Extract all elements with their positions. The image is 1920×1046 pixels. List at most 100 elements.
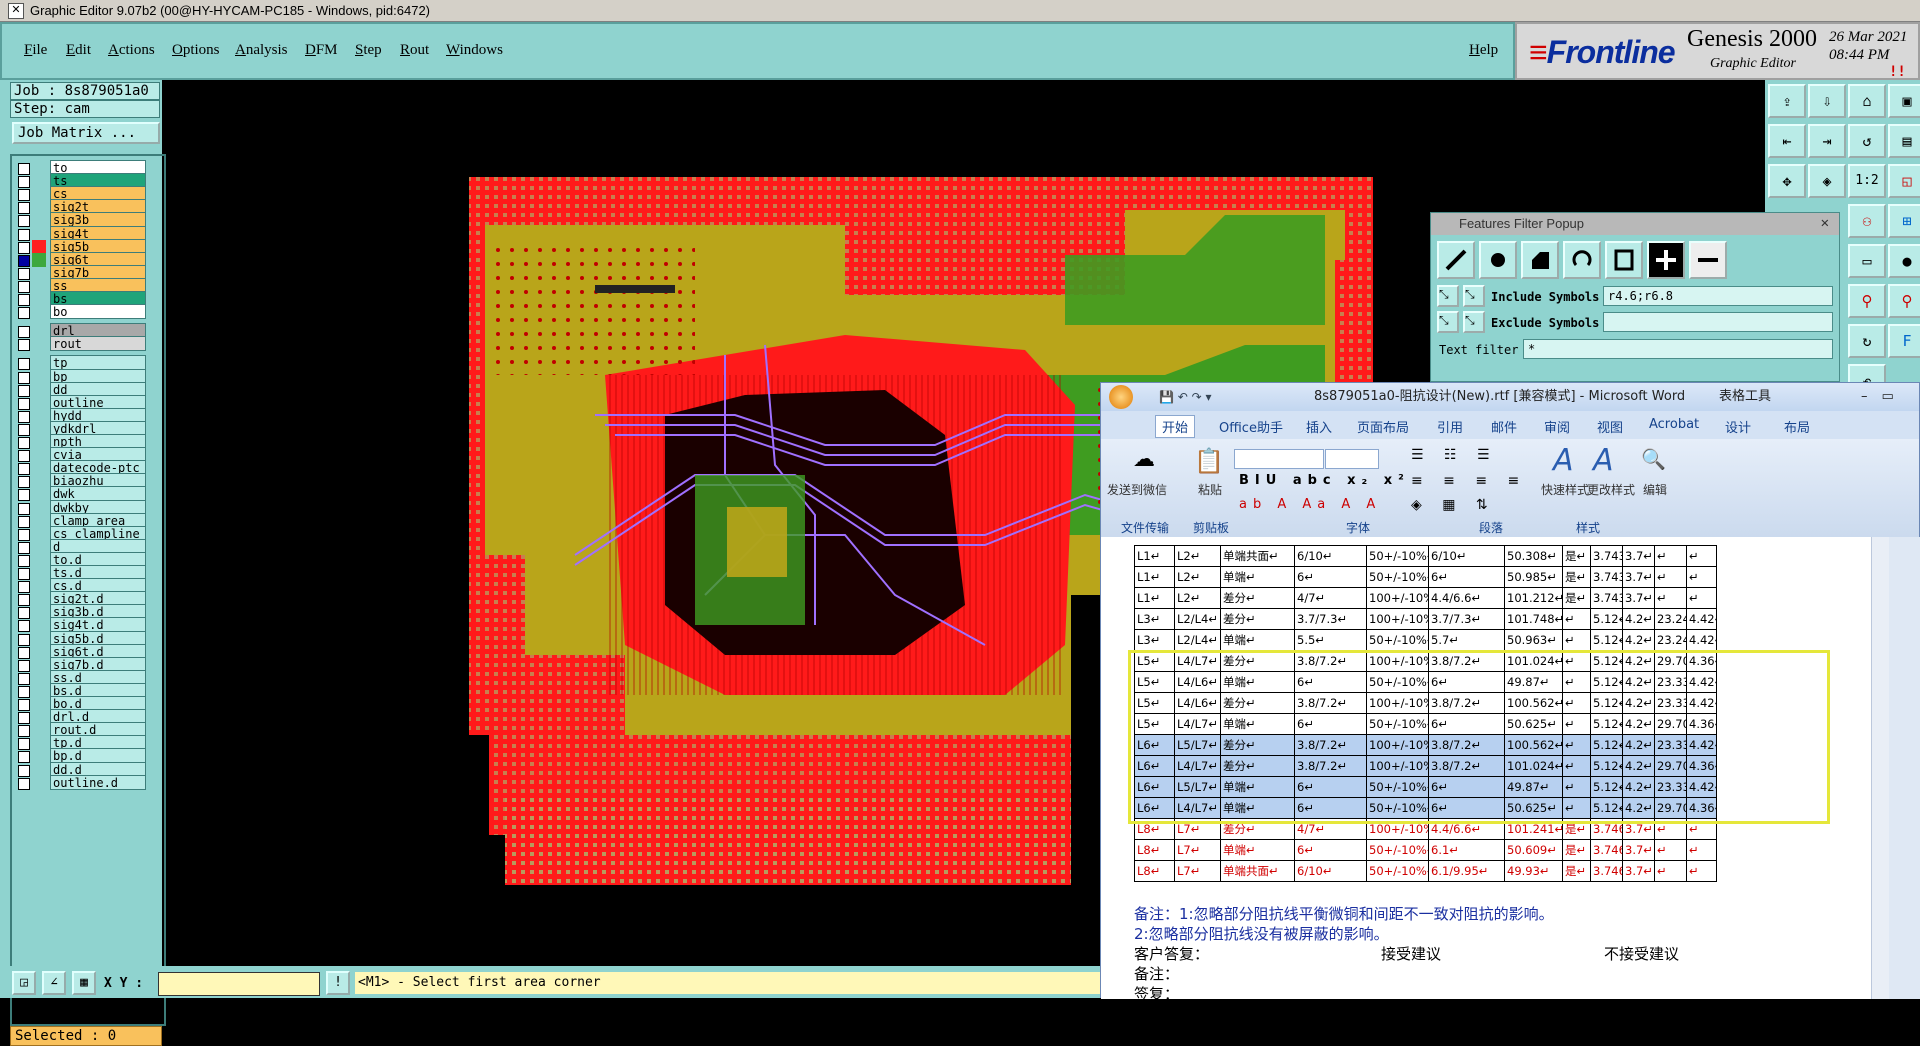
close-icon[interactable]: ✕ [1821,215,1829,231]
center-icon[interactable]: ◈ [1808,164,1846,198]
wechat-icon[interactable]: ☁ [1133,447,1155,472]
menu-analysis[interactable]: Analysis [235,42,288,59]
net-icon[interactable]: ⚇ [1848,204,1886,238]
menu-step[interactable]: Step [355,42,382,59]
tab-references[interactable]: 引用 [1437,417,1463,436]
alert-button[interactable]: ! [326,971,350,995]
layer-name[interactable]: outline.d [50,774,146,790]
table-row[interactable]: L8↵L7↵单端共面↵6/10↵50+/-10%↵6.1/9.95↵49.93↵… [1134,860,1717,882]
quick-styles-button[interactable]: 快速样式 [1541,481,1589,498]
menu-edit[interactable]: Edit [66,42,91,59]
pan-icon[interactable]: ✥ [1768,164,1806,198]
accept-option[interactable]: 接受建议 [1381,943,1441,964]
window-controls-icon[interactable]: –▭ [1861,383,1908,411]
pad-icon[interactable]: ● [1888,244,1920,278]
highlight-icon[interactable]: ⊞ [1888,204,1920,238]
tab-office-helper[interactable]: Office助手 [1219,417,1283,436]
layer-checkbox[interactable] [18,339,30,352]
save-icon[interactable]: ⇩ [1808,84,1846,118]
layer-row[interactable]: outline.d [12,774,146,791]
menu-help[interactable]: Help [1469,42,1498,59]
layer-checkbox[interactable] [18,777,30,790]
font-name-select[interactable] [1234,449,1324,469]
line-filter-icon[interactable] [1437,241,1475,279]
office-button-icon[interactable] [1109,385,1133,409]
send-to-wechat-button[interactable]: 发送到微信 [1107,481,1167,498]
shading-icons[interactable]: ◈ ▦ ⇅ [1411,497,1496,513]
tab-mailings[interactable]: 邮件 [1491,417,1517,436]
menu-dfm[interactable]: DFM [305,42,338,59]
table-row[interactable]: L6↵L4/L7↵单端↵6↵50+/-10%↵6↵50.625↵↵5.12↵4.… [1134,797,1717,819]
include-symbols-input[interactable]: r4.6;r6.8 [1603,286,1833,306]
table-row[interactable]: L5↵L4/L7↵单端↵6↵50+/-10%↵6↵50.625↵↵5.12↵4.… [1134,713,1717,735]
fit-icon[interactable]: ▤ [1888,124,1920,158]
home-icon[interactable]: ⌂ [1848,84,1886,118]
layer-name[interactable]: bo [50,304,146,320]
table-row[interactable]: L5↵L4/L6↵差分↵3.8/7.2↵100+/-10%↵3.8/7.2↵10… [1134,692,1717,714]
measure-button[interactable]: ∠ [42,971,66,995]
list-icons[interactable]: ☰ ☷ ☰ [1411,447,1498,463]
negative-filter-icon[interactable] [1689,241,1727,279]
table-row[interactable]: L1↵L2↵单端共面↵6/10↵50+/-10%↵6/10↵50.308↵是↵3… [1134,545,1717,567]
arc-filter-icon[interactable] [1563,241,1601,279]
table-row[interactable]: L1↵L2↵差分↵4/7↵100+/-10%↵4.4/6.6↵101.212↵是… [1134,587,1717,609]
layer-name[interactable]: rout [50,336,146,352]
ruler-icon[interactable]: ▭ [1848,244,1886,278]
include-reset-icon[interactable]: ⤡ [1437,285,1459,307]
menu-options[interactable]: Options [172,42,220,59]
tab-layout[interactable]: 布局 [1784,417,1810,436]
layer-row[interactable]: rout [12,336,146,352]
tab-design[interactable]: 设计 [1725,417,1751,436]
menu-file[interactable]: File [24,42,47,59]
paste-icon[interactable]: 📋 [1194,447,1224,475]
open-step-icon[interactable]: ⇪ [1768,84,1806,118]
table-row[interactable]: L8↵L7↵差分↵4/7↵100+/-10%↵4.4/6.6↵101.241↵是… [1134,818,1717,840]
menu-rout[interactable]: Rout [400,42,429,59]
grid-button[interactable]: ▦ [72,971,96,995]
surface-filter-icon[interactable] [1521,241,1559,279]
table-row[interactable]: L6↵L4/L7↵差分↵3.8/7.2↵100+/-10%↵3.8/7.2↵10… [1134,755,1717,777]
xy-input[interactable] [158,972,320,996]
font-format-icons[interactable]: BIU abc x₂ x² [1239,473,1410,488]
table-row[interactable]: L8↵L7↵单端↵6↵50+/-10%↵6.1↵50.609↵是↵3.746↵3… [1134,839,1717,861]
vertical-scrollbar[interactable] [1871,537,1890,999]
windows-icon[interactable]: ▣ [1888,84,1920,118]
exclude-symbols-input[interactable] [1603,312,1833,332]
layer-checkbox[interactable] [18,307,30,320]
menu-windows[interactable]: Windows [446,42,503,59]
exclude-select-icon[interactable]: ⤡ [1463,311,1485,333]
font-size-select[interactable] [1325,449,1379,469]
change-styles-button[interactable]: 更改样式 [1587,481,1635,498]
scale-icon[interactable]: 1:2 [1848,164,1886,198]
zoom-home-icon[interactable]: ↺ [1848,124,1886,158]
word-document[interactable]: L1↵L2↵单端共面↵6/10↵50+/-10%↵6/10↵50.308↵是↵3… [1101,537,1871,1003]
tab-page-layout[interactable]: 页面布局 [1357,417,1409,436]
text-filter-input[interactable]: * [1523,339,1833,359]
find-icon[interactable]: 🔍 [1641,447,1666,471]
positive-filter-icon[interactable] [1647,241,1685,279]
tab-view[interactable]: 视图 [1597,417,1623,436]
table-row[interactable]: L1↵L2↵单端↵6↵50+/-10%↵6↵50.985↵是↵3.743↵3.7… [1134,566,1717,588]
tab-review[interactable]: 审阅 [1544,417,1570,436]
table-row[interactable]: L3↵L2/L4↵差分↵3.7/7.3↵100+/-10%↵3.7/7.3↵10… [1134,608,1717,630]
text-filter-icon[interactable] [1605,241,1643,279]
exclude-reset-icon[interactable]: ⤡ [1437,311,1459,333]
table-row[interactable]: L5↵L4/L6↵单端↵6↵50+/-10%↵6↵49.87↵↵5.12↵4.2… [1134,671,1717,693]
paste-button[interactable]: 粘贴 [1198,481,1222,498]
connect-icon[interactable]: ⚲ [1848,284,1886,318]
table-row[interactable]: L3↵L2/L4↵单端↵5.5↵50+/-10%↵5.7↵50.963↵↵5.1… [1134,629,1717,651]
change-styles-icon[interactable]: A [1593,443,1614,478]
redo-icon[interactable]: ↻ [1848,324,1886,358]
table-row[interactable]: L6↵L5/L7↵差分↵3.8/7.2↵100+/-10%↵3.8/7.2↵10… [1134,734,1717,756]
probe-icon[interactable]: ⚲ [1888,284,1920,318]
font-color-icons[interactable]: ab A Aa A A [1239,497,1381,512]
zoom-in-icon[interactable]: ⇤ [1768,124,1806,158]
align-icons[interactable]: ≡ ≡ ≡ ≡ [1411,473,1527,489]
pad-filter-icon[interactable] [1479,241,1517,279]
menu-actions[interactable]: Actions [108,42,155,59]
filter-icon[interactable]: F [1888,324,1920,358]
tab-insert[interactable]: 插入 [1306,417,1332,436]
quick-access-icon[interactable]: 💾 ↶ ↷ ▾ [1159,383,1212,411]
zoom-out-icon[interactable]: ⇥ [1808,124,1846,158]
tab-acrobat[interactable]: Acrobat [1649,417,1699,432]
